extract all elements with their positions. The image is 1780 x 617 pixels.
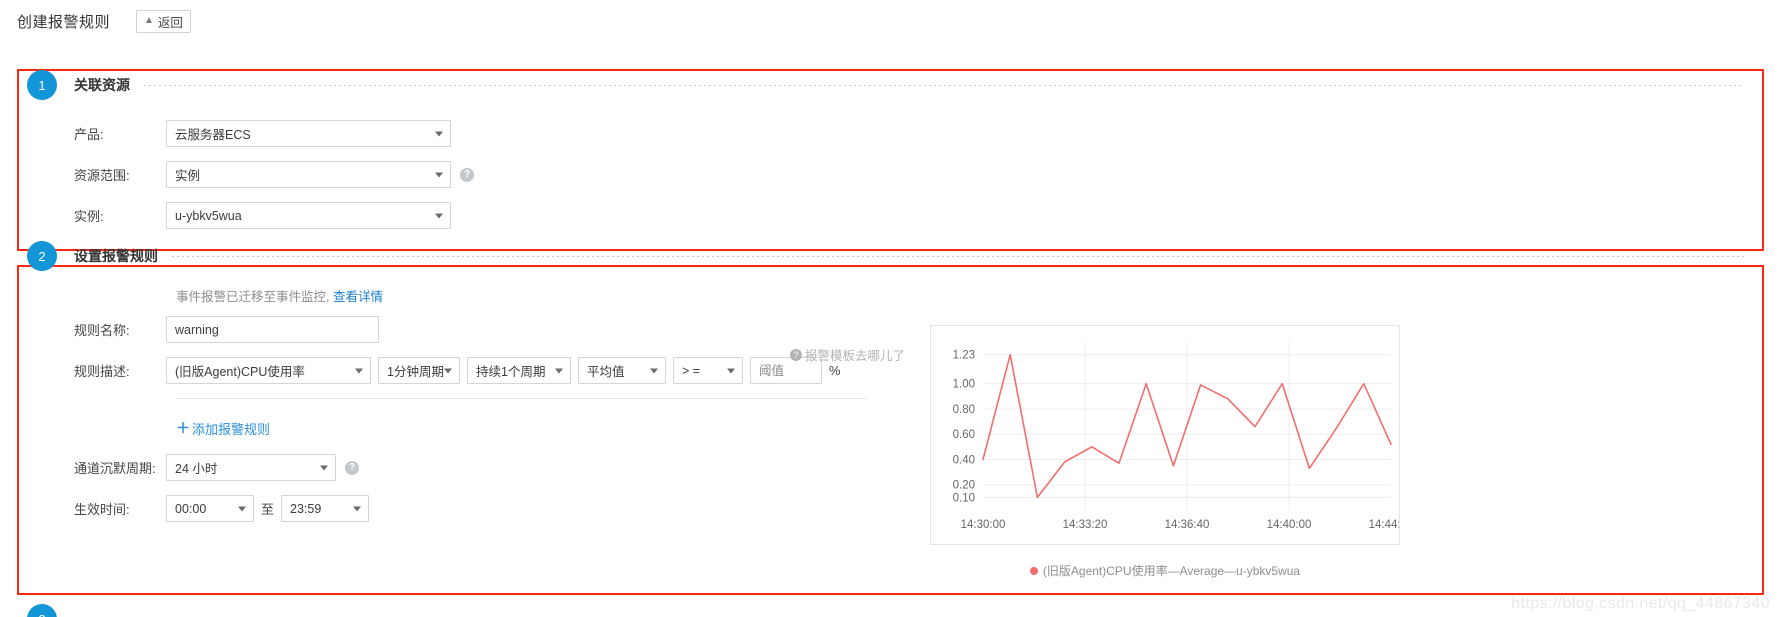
instance-select-value: u-ybkv5wua <box>175 208 242 223</box>
resource-form: 产品: 云服务器ECS 资源范围: 实例 ? 实例: u-ybkv5wua <box>74 120 474 243</box>
step-indicator-2: 2 <box>27 241 57 271</box>
product-select-value: 云服务器ECS <box>175 128 251 142</box>
question-icon[interactable]: ? <box>345 460 359 475</box>
duration-select[interactable]: 持续1个周期 <box>467 357 571 384</box>
svg-text:14:40:00: 14:40:00 <box>1267 519 1312 531</box>
chevron-down-icon <box>435 172 443 177</box>
metric-select-value: (旧版Agent)CPU使用率 <box>175 365 305 379</box>
product-label: 产品: <box>74 127 104 142</box>
effective-start-select[interactable]: 00:00 <box>166 495 254 522</box>
section-header-rule: 设置报警规则 <box>74 241 1744 271</box>
chevron-down-icon <box>238 506 246 511</box>
instance-select[interactable]: u-ybkv5wua <box>166 202 451 229</box>
add-alarm-rule-label: 添加报警规则 <box>192 421 271 437</box>
chart-canvas: 0.100.20 0.40 0.60 0.80 1.00 1.23 14:30:00 14:3… <box>953 342 1399 531</box>
operator-select-value: > = <box>682 363 701 378</box>
statistic-select-value: 平均值 <box>587 365 625 379</box>
form-row-product: 产品: 云服务器ECS <box>74 120 474 147</box>
operator-select[interactable]: > = <box>673 357 743 384</box>
period-select-value: 1分钟周期 <box>387 365 444 379</box>
question-icon: ? <box>790 348 802 361</box>
header-dotted-divider <box>144 84 1744 86</box>
form-row-instance: 实例: u-ybkv5wua <box>74 202 474 229</box>
back-button-label: 返回 <box>157 15 183 30</box>
chevron-down-icon <box>320 465 328 470</box>
top-bar: 创建报警规则 ▲ 返回 <box>0 0 1780 42</box>
silence-select[interactable]: 24 小时 <box>166 454 336 481</box>
form-row-rule-name: 规则名称: <box>74 316 866 343</box>
chevron-down-icon <box>555 368 563 373</box>
step-indicator-1: 1 <box>27 70 57 100</box>
legend-label: (旧版Agent)CPU使用率—Average—u-ybkv5wua <box>1042 564 1301 578</box>
effective-end-value: 23:59 <box>290 501 322 516</box>
rule-name-label: 规则名称: <box>74 323 130 338</box>
page-title: 创建报警规则 <box>17 13 111 31</box>
svg-text:1.00: 1.00 <box>953 379 975 391</box>
effective-time-label: 生效时间: <box>74 502 130 517</box>
form-row-effective-time: 生效时间: 00:00 至 23:59 <box>74 495 866 522</box>
silence-label: 通道沉默周期: <box>74 461 156 476</box>
svg-text:0.40: 0.40 <box>953 454 975 466</box>
scope-select[interactable]: 实例 <box>166 161 451 188</box>
silence-select-value: 24 小时 <box>175 462 218 476</box>
chevron-down-icon <box>444 368 452 373</box>
svg-text:0.80: 0.80 <box>953 404 975 416</box>
header-dotted-divider <box>172 255 1744 257</box>
section-title-resource: 关联资源 <box>74 77 130 93</box>
form-row-rule-desc: 规则描述: (旧版Agent)CPU使用率 1分钟周期 持续1个周期 平均值 >… <box>74 357 866 384</box>
back-button[interactable]: ▲ 返回 <box>136 9 191 33</box>
plus-icon: ＋ <box>176 420 190 436</box>
duration-select-value: 持续1个周期 <box>476 365 546 379</box>
alarm-template-hint-label: 报警模板去哪儿了 <box>805 349 906 363</box>
effective-end-select[interactable]: 23:59 <box>281 495 370 522</box>
svg-text:0.10: 0.10 <box>953 492 975 504</box>
rule-desc-label: 规则描述: <box>74 364 130 379</box>
question-icon[interactable]: ? <box>460 167 474 182</box>
metric-preview-chart: 0.10 0.20 0.40 0.60 0.80 1.00 1.23 14:30:00 14:3… <box>930 325 1400 545</box>
section-header-resource: 关联资源 <box>74 70 1744 100</box>
legend-marker-icon <box>1029 566 1038 575</box>
threshold-unit: % <box>829 363 841 378</box>
section-title-rule: 设置报警规则 <box>74 248 158 264</box>
chevron-down-icon <box>355 368 363 373</box>
instance-label: 实例: <box>74 209 104 224</box>
form-row-silence: 通道沉默周期: 24 小时 ? <box>74 454 866 481</box>
svg-text:14:30:00: 14:30:00 <box>961 519 1006 531</box>
watermark: https://blog.csdn.net/qq_44867340 <box>1511 595 1770 612</box>
notice-text: 事件报警已迁移至事件监控, <box>176 290 330 304</box>
statistic-select[interactable]: 平均值 <box>578 357 666 384</box>
alarm-template-hint[interactable]: ? 报警模板去哪儿了 <box>790 345 905 364</box>
chevron-down-icon <box>727 368 735 373</box>
notice-detail-link[interactable]: 查看详情 <box>333 290 383 304</box>
chart-legend: (旧版Agent)CPU使用率—Average—u-ybkv5wua <box>930 562 1400 579</box>
svg-text:14:44:00: 14:44:00 <box>1369 519 1399 531</box>
add-alarm-rule-button[interactable]: ＋ 添加报警规则 <box>176 418 270 438</box>
chevron-down-icon <box>435 213 443 218</box>
rule-divider <box>176 398 866 399</box>
chevron-down-icon <box>353 506 362 511</box>
period-select[interactable]: 1分钟周期 <box>378 357 460 384</box>
svg-text:0.20: 0.20 <box>953 480 975 492</box>
upload-arrow-icon: ▲ <box>144 15 154 26</box>
form-row-scope: 资源范围: 实例 ? <box>74 161 474 188</box>
event-migration-notice: 事件报警已迁移至事件监控, 查看详情 <box>74 286 866 305</box>
rule-name-input[interactable] <box>166 316 379 343</box>
time-range-separator: 至 <box>261 502 275 517</box>
svg-text:14:33:20: 14:33:20 <box>1063 519 1108 531</box>
step-indicator-3: 3 <box>27 604 57 617</box>
svg-text:14:36:40: 14:36:40 <box>1165 519 1210 531</box>
product-select[interactable]: 云服务器ECS <box>166 120 451 147</box>
scope-select-value: 实例 <box>175 169 201 183</box>
effective-start-value: 00:00 <box>175 501 207 516</box>
svg-text:1.23: 1.23 <box>953 350 975 362</box>
svg-text:0.60: 0.60 <box>953 429 975 441</box>
rule-form: 事件报警已迁移至事件监控, 查看详情 规则名称: 规则描述: (旧版Agent)… <box>74 286 866 536</box>
chevron-down-icon <box>650 368 658 373</box>
scope-label: 资源范围: <box>74 168 130 183</box>
page-root: 创建报警规则 ▲ 返回 1 2 3 关联资源 产品: 云服务器ECS 资源范围:… <box>0 0 1780 617</box>
metric-select[interactable]: (旧版Agent)CPU使用率 <box>166 357 371 384</box>
chevron-down-icon <box>435 131 443 136</box>
